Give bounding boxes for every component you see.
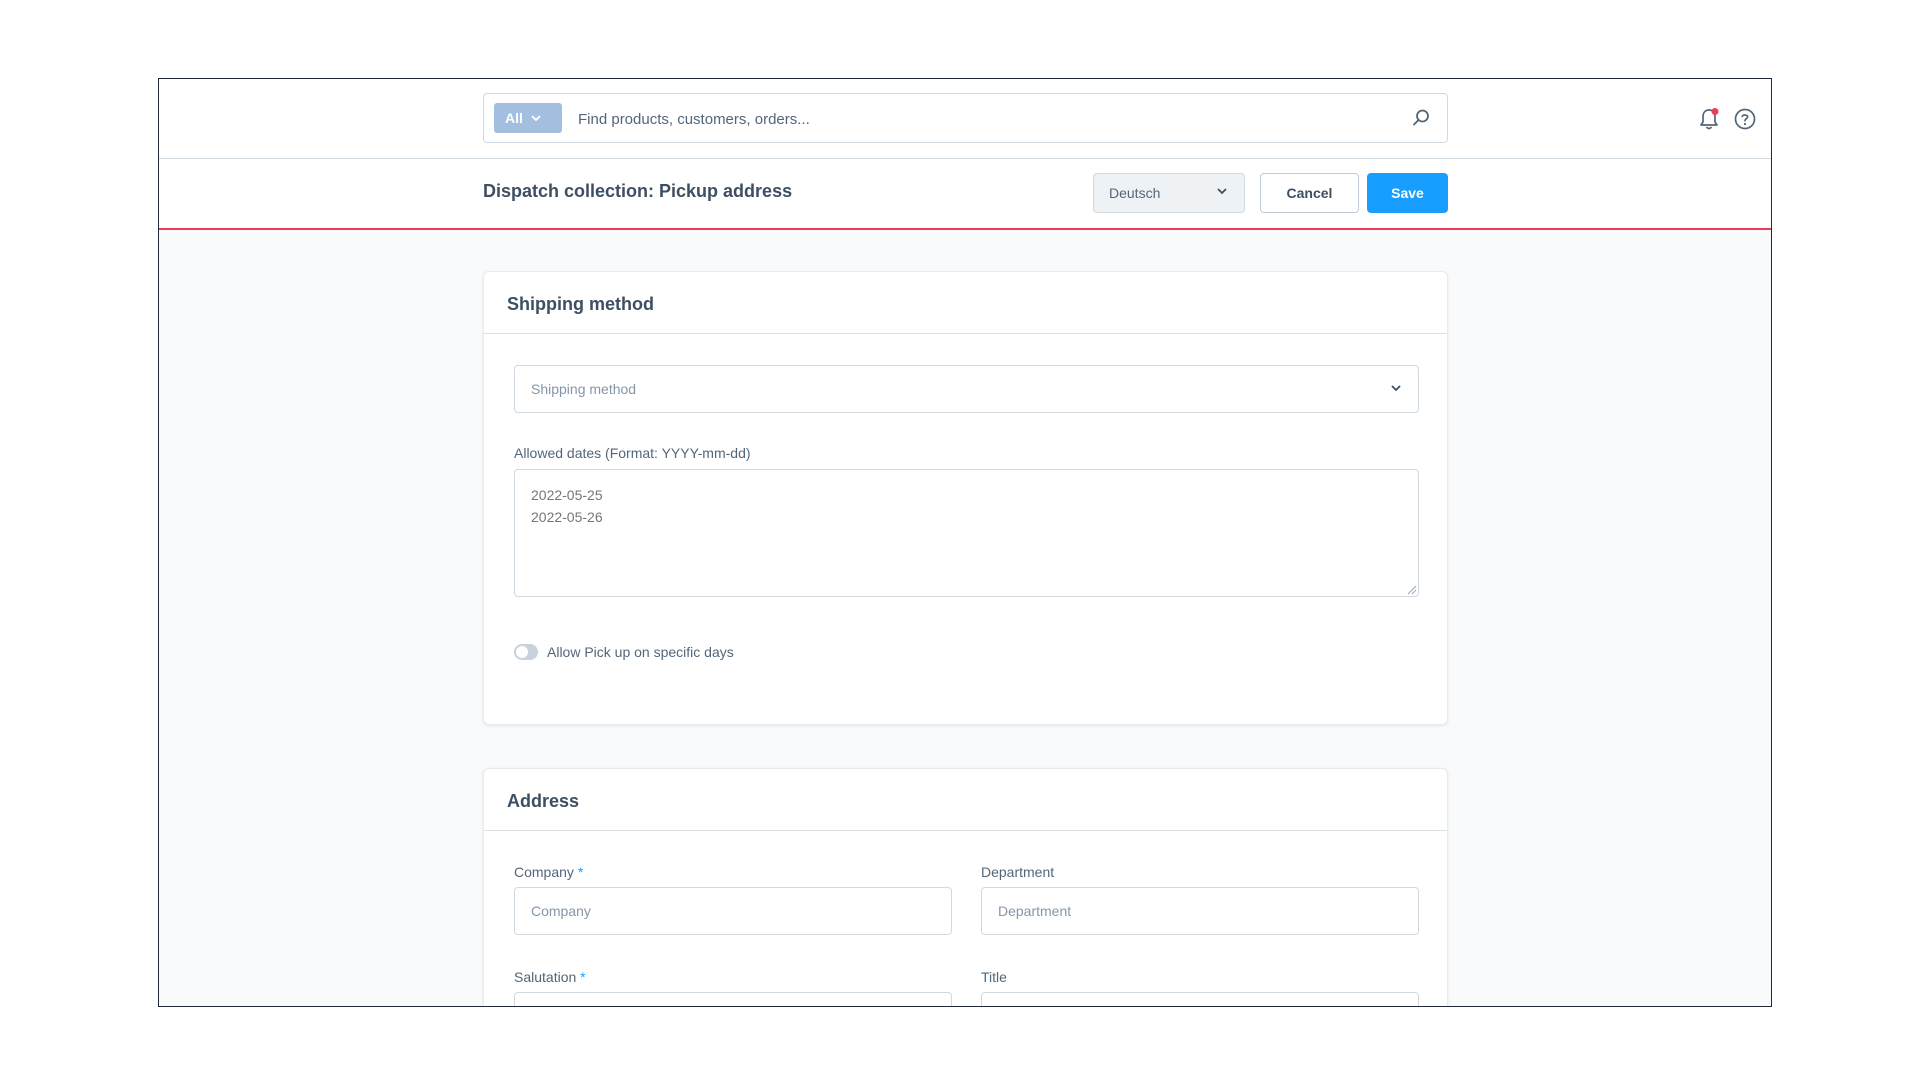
shipping-method-select[interactable]: Shipping method: [514, 365, 1419, 413]
language-select[interactable]: Deutsch: [1093, 173, 1245, 213]
top-bar: All: [159, 79, 1771, 159]
shipping-method-card: Shipping method Shipping method Allowed …: [483, 271, 1448, 725]
toggle-knob: [516, 646, 528, 658]
page-title: Dispatch collection: Pickup address: [483, 181, 793, 201]
cancel-button[interactable]: Cancel: [1260, 173, 1359, 213]
app-window: All Dispatch collection: Pickup address: [158, 78, 1772, 1007]
chevron-down-icon: [531, 114, 541, 121]
save-button[interactable]: Save: [1367, 173, 1448, 213]
salutation-label: Salutation *: [514, 969, 586, 985]
search-input[interactable]: [578, 106, 1378, 132]
chevron-down-icon: [1391, 385, 1401, 392]
language-value: Deutsch: [1109, 185, 1161, 201]
page-header: Dispatch collection: Pickup address Deut…: [159, 159, 1771, 230]
help-circle-icon[interactable]: [1733, 107, 1757, 131]
department-input[interactable]: [981, 887, 1419, 935]
title-label: Title: [981, 969, 1007, 985]
allowed-dates-label: Allowed dates (Format: YYYY-mm-dd): [514, 445, 751, 461]
title-input[interactable]: [981, 992, 1419, 1006]
required-marker: *: [577, 864, 584, 880]
department-label: Department: [981, 864, 1055, 880]
notification-badge: [1711, 108, 1719, 115]
company-label-text: Company: [514, 864, 574, 880]
company-input[interactable]: [514, 887, 952, 935]
chevron-down-icon: [1217, 188, 1227, 195]
card-title: Shipping method: [484, 272, 1447, 334]
search-type-dropdown[interactable]: All: [494, 103, 562, 133]
required-marker: *: [580, 969, 586, 985]
bell-icon[interactable]: [1697, 107, 1721, 131]
card-title: Address: [484, 769, 1447, 831]
search-type-label: All: [505, 110, 523, 126]
salutation-select[interactable]: [514, 992, 952, 1006]
company-label: Company *: [514, 864, 583, 880]
address-card: Address Company * Department Salutation …: [483, 768, 1448, 1006]
select-placeholder: Shipping method: [531, 381, 637, 397]
resize-handle-icon[interactable]: [1407, 585, 1417, 595]
search-icon[interactable]: [1411, 108, 1431, 128]
allowed-dates-textarea[interactable]: [514, 469, 1419, 597]
pickup-days-toggle[interactable]: [514, 644, 538, 660]
global-search: All: [483, 93, 1448, 143]
salutation-label-text: Salutation: [514, 969, 577, 985]
pickup-days-toggle-label: Allow Pick up on specific days: [547, 644, 734, 660]
